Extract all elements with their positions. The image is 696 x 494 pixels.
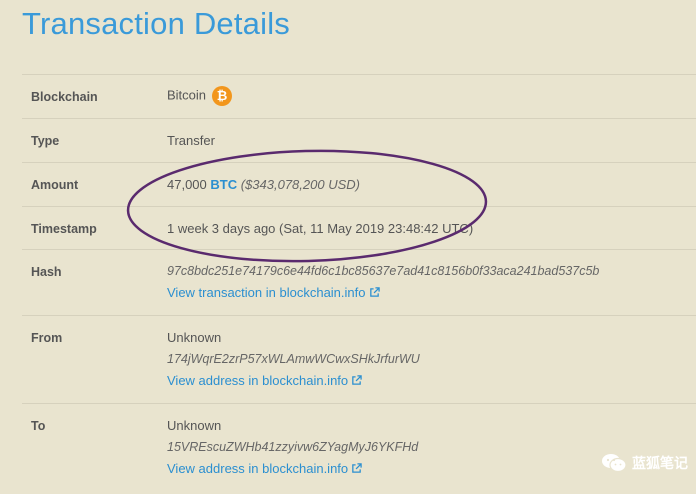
to-value-group: Unknown 15VREscuZWHb41zzyivw6ZYagMyJ6YKF…	[167, 418, 418, 476]
row-blockchain: Blockchain Bitcoin ₿	[22, 75, 696, 119]
view-to-address-link[interactable]: View address in blockchain.info	[167, 461, 418, 476]
amount-currency-link[interactable]: BTC	[210, 177, 237, 192]
view-from-address-link[interactable]: View address in blockchain.info	[167, 373, 420, 388]
to-address: 15VREscuZWHb41zzyivw6ZYagMyJ6YKFHd	[167, 440, 419, 454]
blockchain-label: Blockchain	[31, 90, 98, 104]
from-owner: Unknown	[167, 330, 222, 345]
from-label: From	[31, 331, 63, 345]
view-from-address-link-text: View address in blockchain.info	[167, 373, 349, 388]
wechat-icon	[602, 454, 627, 473]
from-value-group: Unknown 174jWqrE2zrP57xWLAmwWCwxSHkJrfur…	[167, 330, 420, 388]
bitcoin-icon: ₿	[212, 86, 233, 106]
row-from: From Unknown 174jWqrE2zrP57xWLAmwWCwxSHk…	[22, 316, 696, 404]
hash-value-group: 97c8bdc251e74179c6e44fd6c1bc85637e7ad41c…	[167, 264, 599, 300]
page-title: Transaction Details	[22, 6, 290, 41]
external-link-icon	[369, 287, 380, 297]
external-link-icon	[352, 375, 362, 385]
row-timestamp: Timestamp 1 week 3 days ago (Sat, 11 May…	[22, 207, 696, 250]
from-address: 174jWqrE2zrP57xWLAmwWCwxSHkJrfurWU	[167, 352, 420, 366]
timestamp-label: Timestamp	[31, 222, 97, 236]
view-to-address-link-text: View address in blockchain.info	[167, 461, 349, 476]
watermark-text: 蓝狐笔记	[632, 455, 688, 471]
transaction-details-table: Blockchain Bitcoin ₿ Type Transfer Amount…	[22, 74, 696, 494]
hash-value: 97c8bdc251e74179c6e44fd6c1bc85637e7ad41c…	[167, 264, 600, 278]
row-amount: Amount 47,000 BTC ($343,078,200 USD)	[22, 163, 696, 207]
row-type: Type Transfer	[22, 119, 696, 163]
view-transaction-link[interactable]: View transaction in blockchain.info	[167, 285, 599, 300]
external-link-icon	[352, 463, 362, 473]
blockchain-value-group: Bitcoin ₿	[167, 86, 233, 106]
watermark: 蓝狐笔记	[601, 453, 688, 473]
amount-value: 47,000	[167, 177, 207, 192]
timestamp-value: 1 week 3 days ago (Sat, 11 May 2019 23:4…	[167, 221, 474, 236]
type-value: Transfer	[167, 133, 215, 148]
view-transaction-link-text: View transaction in blockchain.info	[167, 285, 366, 300]
blockchain-value: Bitcoin	[167, 87, 207, 103]
row-hash: Hash 97c8bdc251e74179c6e44fd6c1bc85637e7…	[22, 250, 696, 316]
hash-label: Hash	[31, 265, 62, 279]
amount-label: Amount	[31, 178, 79, 192]
amount-usd: ($343,078,200 USD)	[240, 177, 360, 192]
amount-value-group: 47,000 BTC ($343,078,200 USD)	[167, 177, 360, 192]
to-owner: Unknown	[167, 418, 222, 433]
to-label: To	[31, 419, 46, 433]
type-label: Type	[31, 134, 60, 148]
row-to: To Unknown 15VREscuZWHb41zzyivw6ZYagMyJ6…	[22, 404, 696, 494]
